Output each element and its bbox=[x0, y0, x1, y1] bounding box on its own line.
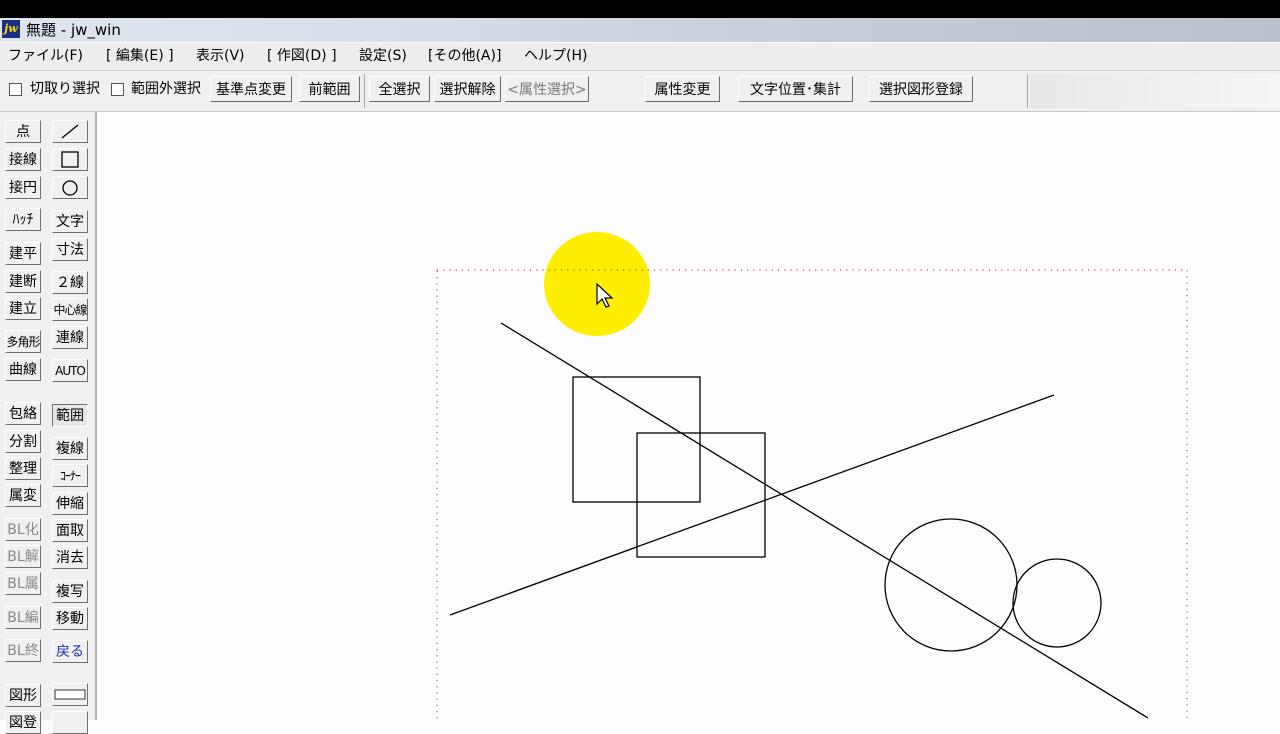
drawn-circle[interactable] bbox=[884, 518, 1018, 652]
drawn-line[interactable] bbox=[500, 322, 1149, 719]
drawn-circle[interactable] bbox=[1012, 558, 1102, 648]
drawn-line[interactable] bbox=[449, 394, 1055, 616]
mouse-cursor-icon bbox=[596, 282, 614, 308]
drawn-rectangle[interactable] bbox=[636, 432, 766, 558]
drawing-layer bbox=[436, 269, 1188, 720]
selection-frame bbox=[436, 269, 1188, 720]
